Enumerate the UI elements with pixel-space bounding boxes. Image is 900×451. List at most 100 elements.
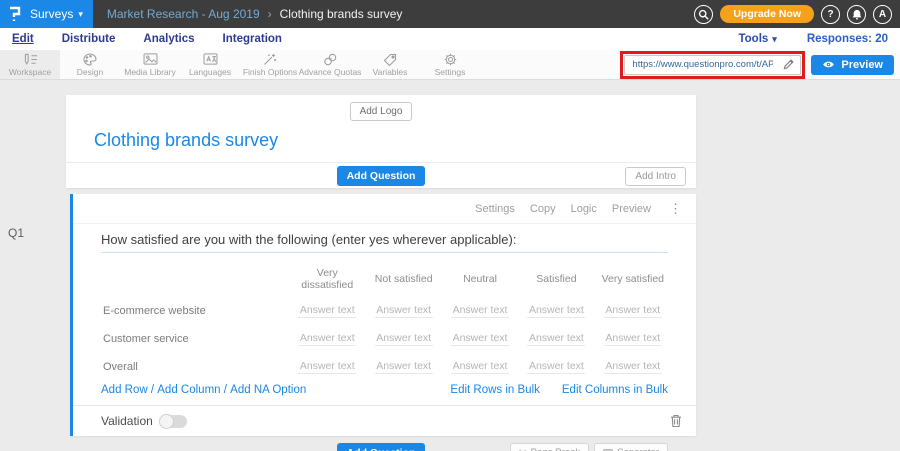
toolbar-item-languages[interactable]: Languages <box>180 50 240 79</box>
topbar-actions: Upgrade Now ? A <box>694 5 900 24</box>
page-break-button[interactable]: ✂ Page Break <box>510 443 589 451</box>
answer-text-field[interactable]: Answer text <box>604 360 662 374</box>
avatar[interactable]: A <box>873 5 892 24</box>
question-logic-link[interactable]: Logic <box>571 203 597 215</box>
upgrade-now-button[interactable]: Upgrade Now <box>720 5 814 23</box>
add-logo-button[interactable]: Add Logo <box>350 102 413 121</box>
magic-wand-icon <box>263 53 277 66</box>
responses-count[interactable]: Responses: 20 <box>807 33 888 45</box>
tab-edit[interactable]: Edit <box>12 33 34 45</box>
question-settings-link[interactable]: Settings <box>475 203 515 215</box>
breadcrumb-folder[interactable]: Market Research - Aug 2019 <box>107 7 260 21</box>
column-header[interactable]: Very dissatisfied <box>289 259 365 297</box>
question-actions: Settings Copy Logic Preview ⋮ <box>73 194 696 224</box>
answer-text-field[interactable]: Answer text <box>604 332 662 346</box>
matrix-row: Overall Answer text Answer text Answer t… <box>101 353 671 381</box>
gear-icon <box>444 53 457 66</box>
notifications-button[interactable] <box>847 5 866 24</box>
editor-toolbar: Workspace Design Media Library Languages… <box>0 50 900 80</box>
answer-text-field[interactable]: Answer text <box>527 360 585 374</box>
answer-text-field[interactable]: Answer text <box>604 304 662 318</box>
image-icon <box>143 53 158 66</box>
toolbar-item-workspace[interactable]: Workspace <box>0 50 60 79</box>
column-header[interactable]: Very satisfied <box>595 259 671 297</box>
question-text[interactable]: How satisfied are you with the following… <box>101 232 668 253</box>
edit-rows-bulk-link[interactable]: Edit Rows in Bulk <box>450 384 539 396</box>
eye-icon <box>822 60 835 69</box>
breadcrumb-current: Clothing brands survey <box>280 7 403 21</box>
toolbar-item-media-library[interactable]: Media Library <box>120 50 180 79</box>
workspace-icon <box>22 53 39 66</box>
tab-distribute[interactable]: Distribute <box>62 33 116 45</box>
tag-icon <box>383 53 397 66</box>
bottom-actions: Add Question ✂ Page Break Separator <box>66 443 696 451</box>
question-number-label: Q1 <box>8 226 24 240</box>
row-label[interactable]: E-commerce website <box>101 297 289 325</box>
answer-text-field[interactable]: Answer text <box>375 360 433 374</box>
answer-text-field[interactable]: Answer text <box>451 304 509 318</box>
help-button[interactable]: ? <box>821 5 840 24</box>
search-button[interactable] <box>694 5 713 24</box>
answer-text-field[interactable]: Answer text <box>298 304 356 318</box>
separator-button[interactable]: Separator <box>594 443 668 451</box>
add-column-link[interactable]: Add Column <box>157 384 220 396</box>
answer-text-field[interactable]: Answer text <box>451 332 509 346</box>
column-header[interactable]: Satisfied <box>518 259 594 297</box>
pencil-icon <box>783 59 794 70</box>
share-url-box <box>624 55 801 75</box>
questionpro-logo-icon <box>8 6 22 22</box>
tools-menu[interactable]: Tools ▾ <box>738 33 776 45</box>
matrix-table: Very dissatisfied Not satisfied Neutral … <box>101 259 671 381</box>
breadcrumb: Market Research - Aug 2019 › Clothing br… <box>107 7 402 21</box>
toolbar-item-design[interactable]: Design <box>60 50 120 79</box>
more-options-icon[interactable]: ⋮ <box>669 201 682 217</box>
question-card: Settings Copy Logic Preview ⋮ How satisf… <box>70 194 696 436</box>
matrix-header-row: Very dissatisfied Not satisfied Neutral … <box>101 259 671 297</box>
delete-question-button[interactable] <box>670 414 682 428</box>
preview-button[interactable]: Preview <box>811 55 894 75</box>
question-edit-links: Add Row / Add Column / Add NA Option Edi… <box>101 384 668 396</box>
add-row-link[interactable]: Add Row <box>101 384 148 396</box>
question-preview-link[interactable]: Preview <box>612 203 651 215</box>
answer-text-field[interactable]: Answer text <box>298 332 356 346</box>
trash-icon <box>670 414 682 428</box>
column-header[interactable]: Neutral <box>442 259 518 297</box>
row-label[interactable]: Overall <box>101 353 289 381</box>
add-question-button-bottom[interactable]: Add Question <box>337 443 426 451</box>
answer-text-field[interactable]: Answer text <box>527 332 585 346</box>
validation-toggle[interactable] <box>161 415 187 428</box>
add-question-button-top[interactable]: Add Question <box>337 166 426 186</box>
column-header[interactable]: Not satisfied <box>365 259 441 297</box>
answer-text-field[interactable]: Answer text <box>375 304 433 318</box>
editor-canvas: Add Logo Clothing brands survey Add Ques… <box>0 80 900 451</box>
product-name: Surveys ▾ <box>30 7 83 21</box>
tab-integration[interactable]: Integration <box>223 33 282 45</box>
add-na-option-link[interactable]: Add NA Option <box>230 384 306 396</box>
survey-header-card: Add Logo Clothing brands survey Add Ques… <box>66 95 696 188</box>
section-nav: Edit Distribute Analytics Integration To… <box>0 28 900 50</box>
url-highlight-box <box>620 51 805 79</box>
bell-icon <box>852 9 862 20</box>
matrix-row: E-commerce website Answer text Answer te… <box>101 297 671 325</box>
matrix-row: Customer service Answer text Answer text… <box>101 325 671 353</box>
answer-text-field[interactable]: Answer text <box>527 304 585 318</box>
toolbar-item-finish-options[interactable]: Finish Options <box>240 50 300 79</box>
question-copy-link[interactable]: Copy <box>530 203 556 215</box>
edit-url-button[interactable] <box>777 59 800 70</box>
languages-icon <box>203 53 218 66</box>
share-url-input[interactable] <box>625 59 777 70</box>
chain-links-icon <box>323 53 337 66</box>
toolbar-item-advance-quotas[interactable]: Advance Quotas <box>300 50 360 79</box>
row-label[interactable]: Customer service <box>101 325 289 353</box>
answer-text-field[interactable]: Answer text <box>375 332 433 346</box>
toolbar-item-settings[interactable]: Settings <box>420 50 480 79</box>
survey-title[interactable]: Clothing brands survey <box>94 130 696 151</box>
palette-icon <box>83 53 97 66</box>
edit-columns-bulk-link[interactable]: Edit Columns in Bulk <box>562 384 668 396</box>
answer-text-field[interactable]: Answer text <box>451 360 509 374</box>
toolbar-item-variables[interactable]: Variables <box>360 50 420 79</box>
product-switcher[interactable]: Surveys ▾ <box>0 0 93 28</box>
add-intro-button[interactable]: Add Intro <box>625 167 686 186</box>
answer-text-field[interactable]: Answer text <box>298 360 356 374</box>
tab-analytics[interactable]: Analytics <box>143 33 194 45</box>
